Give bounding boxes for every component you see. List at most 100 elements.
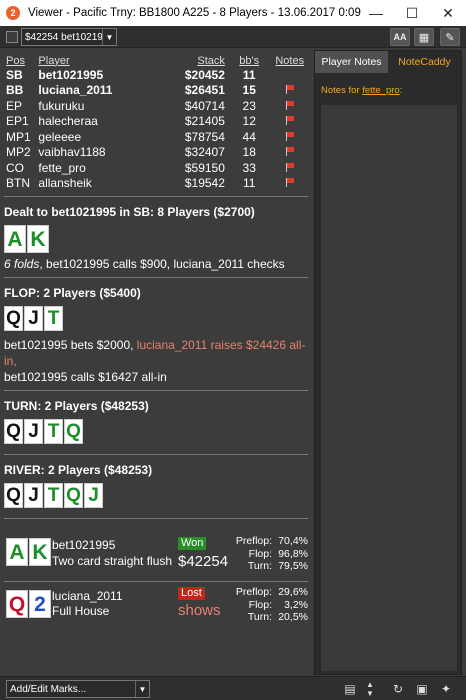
player-stack: $59150 [184,160,225,175]
pencil-icon[interactable]: ✎ [440,28,460,46]
turn-label: Turn: [247,560,272,572]
marks-dropdown[interactable]: Add/Edit Marks... ▼ [6,680,150,698]
calendar-icon[interactable]: ▤ [340,680,360,698]
col-pos[interactable]: Pos [4,54,36,67]
result-amount: $42254 [178,553,229,570]
player-stack: $19542 [184,176,225,191]
flag-icon[interactable] [285,100,295,110]
app-logo-icon: 2 [6,6,20,20]
playing-card: A [6,538,28,566]
player-bbs: 18 [242,145,256,160]
player-notes-cell[interactable] [271,67,308,83]
player-stack: $21405 [184,114,225,129]
player-name: bet1021995 [38,67,104,82]
col-bbs[interactable]: bb's [227,54,272,67]
flag-icon[interactable] [285,162,295,172]
table-row[interactable]: MP2 vaibhav1188 $32407 18 [4,145,308,161]
playing-card: A [4,225,26,253]
turn-label: Turn: [247,611,272,623]
player-bbs: 11 [242,67,256,82]
save-icon[interactable]: ▣ [412,680,432,698]
player-stack: $26451 [184,83,225,98]
table-row[interactable]: BTN allansheik $19542 11 [4,176,308,192]
player-notes-cell[interactable] [271,114,308,130]
flag-icon[interactable] [285,116,295,126]
flag-icon[interactable] [285,131,295,141]
select-checkbox[interactable] [6,31,18,43]
notes-textarea[interactable] [321,105,457,671]
aa-toggle-button[interactable]: AA [390,28,410,46]
player-notes-cell[interactable] [271,176,308,192]
playing-card: J [24,419,43,444]
turn-equity: 20,5% [278,611,308,623]
tab-player-notes[interactable]: Player Notes [315,51,388,73]
col-notes[interactable]: Notes [271,54,308,67]
playing-card: K [27,225,49,253]
window-title: Viewer - Pacific Trny: BB1800 A225 - 8 P… [28,7,361,19]
won-badge: Won [178,537,207,550]
tab-notecaddy[interactable]: NoteCaddy [388,51,461,73]
result-player: bet1021995 [52,538,116,552]
spinner-icon[interactable]: ▲ ▼ [360,680,380,698]
col-stack[interactable]: Stack [170,54,227,67]
player-name: luciana_2011 [38,83,113,98]
player-notes-cell[interactable] [271,160,308,176]
chevron-down-icon[interactable]: ▼ [135,681,149,697]
lost-badge: Lost [178,587,205,600]
table-row[interactable]: EP fukuruku $40714 23 [4,98,308,114]
flop-equity: 3,2% [284,598,308,611]
flop-action-call: bet1021995 calls $16427 all-in [4,370,167,384]
refresh-icon[interactable]: ↻ [388,680,408,698]
notes-for-text: Notes for [321,85,363,96]
result-winner: AK bet1021995 Two card straight flush Wo… [4,535,310,581]
turn-equity: 79,5% [278,560,308,572]
col-player[interactable]: Player [36,54,170,67]
flag-icon[interactable] [285,85,295,95]
divider [4,196,308,197]
table-row[interactable]: EP1 halecheraa $21405 12 [4,114,308,130]
player-bbs: 23 [242,98,256,113]
table-row[interactable]: SB bet1021995 $20452 11 [4,67,308,83]
player-pos: CO [6,160,24,175]
player-bbs: 11 [242,176,256,191]
result-hand: Two card straight flush [52,554,173,568]
playing-card: Q [4,483,23,508]
flag-icon[interactable] [285,178,295,188]
flop-action: bet1021995 bets $2000, luciana_2011 rais… [4,337,310,385]
table-row[interactable]: MP1 geleeee $78754 44 [4,129,308,145]
player-pos: BTN [6,176,30,191]
title-bar: 2 Viewer - Pacific Trny: BB1800 A225 - 8… [0,0,466,26]
result-cards: Q2 [6,590,52,618]
close-icon[interactable]: ✕ [430,0,466,26]
notes-tabs: Player Notes NoteCaddy [315,51,461,73]
hand-select-dropdown[interactable]: $42254 bet1021995 ▼ [21,28,117,46]
player-notes-cell[interactable] [271,145,308,161]
table-row[interactable]: BB luciana_2011 $26451 15 [4,83,308,99]
players-table: Pos Player Stack bb's Notes SB bet1021995… [4,54,308,191]
notes-for-player-link[interactable]: fette_pro [362,85,400,96]
preflop-equity: 29,6% [278,586,308,598]
divider [4,454,308,455]
player-name: geleeee [38,129,82,144]
equity-stats: Preflop: 70,4% Flop: 96,8% Turn: 79,5% [222,535,308,573]
player-notes-cell[interactable] [271,83,308,99]
chevron-down-icon[interactable]: ▼ [102,29,116,45]
flag-icon[interactable] [285,147,295,157]
minimize-icon[interactable]: — [358,0,394,26]
preflop-action-text: , bet1021995 calls $900, luciana_2011 ch… [39,257,285,271]
playing-card: T [44,419,63,444]
grid-icon[interactable]: ▦ [414,28,434,46]
twitter-icon[interactable]: ✦ [436,680,456,698]
player-notes-cell[interactable] [271,98,308,114]
player-bbs: 33 [242,160,256,175]
playing-card: Q [4,306,23,331]
player-notes-cell[interactable] [271,129,308,145]
player-stack: $78754 [184,129,225,144]
playing-card: Q [4,419,23,444]
preflop-label: Preflop: [235,586,272,598]
player-name: fette_pro [38,160,86,175]
maximize-icon[interactable]: ☐ [394,0,430,26]
result-player: luciana_2011 [52,589,123,603]
playing-card: J [84,483,103,508]
table-row[interactable]: CO fette_pro $59150 33 [4,160,308,176]
